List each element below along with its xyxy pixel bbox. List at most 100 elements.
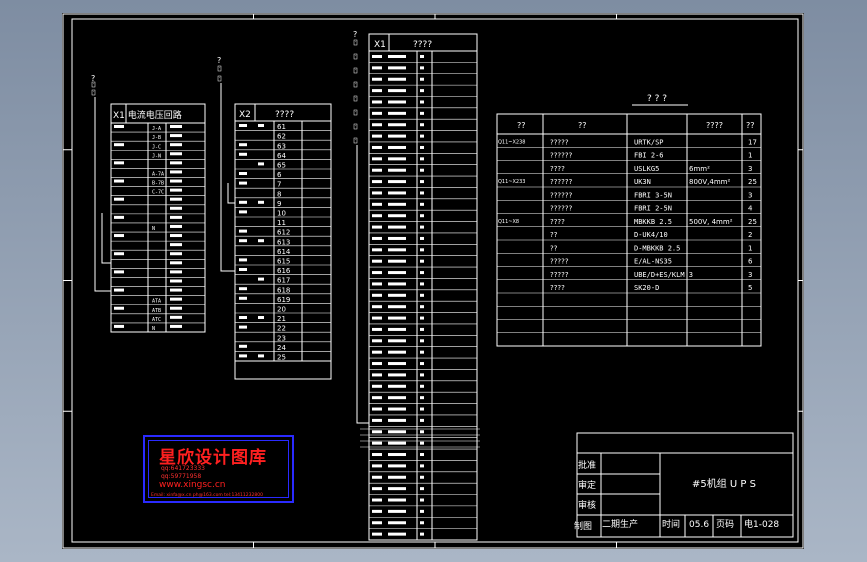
bom-name: ???? [550,165,565,173]
tb-project: #5机组 U P S [692,477,756,490]
bom-tag: Q11~X238 [498,139,525,145]
logo-site: www.xingsc.cn [159,480,226,490]
x1-cell: C-7C [152,190,164,196]
x1-cell: ATB [152,308,161,314]
x2-number: 63 [277,142,286,150]
x2-number: 25 [277,354,286,362]
x3-header-id: X1 [374,40,386,50]
tb-approve: 批准 [578,459,596,471]
drawing-sheet: X1 电流电压回路 J-A J-B J-C J-N A-7A B-7B C-7C N ATA AT… [62,13,804,549]
bom-qty: 1 [748,152,752,160]
x2-number: 22 [277,325,286,333]
bom-qty: 25 [748,178,757,186]
bom-qty: 25 [748,218,757,226]
bom-model: USLKG5 [634,165,659,173]
title-block: 批准 审定 审核 制图 二期生产 时间 05.6 页码 电1-028 #5机组 … [574,432,794,538]
tb-check: 审核 [578,499,596,511]
terminal-block-x3: X1 ???? [368,33,478,541]
x2-number: 618 [277,286,290,294]
x1-cell: J-N [152,153,161,159]
bom-name: ?????? [550,178,573,186]
bom-name: ????? [550,271,569,279]
x2-header-id: X2 [239,110,251,120]
bom-tag: Q11~X233 [498,179,525,185]
bom-name: ?? [550,231,558,239]
x2-number: 62 [277,133,286,141]
x3-frame [368,33,478,541]
x2-number: 20 [277,306,286,314]
bom-model: UBE/D+ES/KLM 3 [634,271,693,279]
bom-name: ?? [550,244,558,252]
x1-cell: J-A [152,126,161,132]
x2-number: 11 [277,219,286,227]
bom-qty: 2 [748,231,752,239]
x2-number: 617 [277,277,290,285]
x1-cell: ATA [152,299,161,305]
x1-cell: N [152,326,155,332]
x1-cell: ATC [152,317,161,323]
bom-qty: 6 [748,258,753,266]
bom-qty: 3 [748,271,752,279]
x1-header: X1 电流电压回路 [113,109,182,121]
bom-tag: Q11~X8 [498,219,519,225]
bom-header: ?? [517,121,526,130]
x2-number: 615 [277,258,290,266]
x2-number: 24 [277,344,286,352]
bom-model: D-MBKKB 2.5 [634,244,680,252]
bom-name: ???? [550,284,565,292]
x1-cell: J-B [152,135,161,141]
x2-number: 65 [277,162,286,170]
x2-number: 9 [277,200,281,208]
bom-name: ?????? [550,191,573,199]
bom-qty: 1 [748,244,752,252]
x2-header-title: ???? [275,110,294,120]
bom-header: ?? [578,121,587,130]
terminal-block-x1: X1 电流电压回路 J-A J-B J-C J-N A-7A B-7B C-7C N ATA AT… [110,103,206,333]
bom-name: ???? [550,218,565,226]
bom-spec: 800V,4mm² [689,178,730,186]
x2-number: 7 [277,181,281,189]
bom-model: E/AL-NS35 [634,258,672,266]
x2-number: 612 [277,229,290,237]
x2-number: 64 [277,152,286,160]
tb-page-label: 页码 [716,519,734,530]
x2-number: 616 [277,267,291,275]
logo-qq1: qq:641723333 [161,465,205,472]
x2-number: 21 [277,315,286,323]
bom-qty: 17 [748,138,757,146]
bom-model: FBRI 2-5N [634,205,672,213]
tb-time-value: 05.6 [689,520,709,530]
x1-cell: J-C [152,144,161,150]
bom-model: FBI 2-6 [634,152,664,160]
bom-spec: 500V, 4mm² [689,218,733,226]
bom-table: ? ? ? ???????? ?? Q11~X238????? URTK/SP 17??… [496,94,762,347]
bom-qty: 3 [748,191,752,199]
logo-mail: Email: xinfa@x.cn ph@163.com tel:1341123… [151,493,263,498]
bom-qty: 3 [748,165,752,173]
bom-title: ? ? ? [647,94,667,104]
bom-name: ????? [550,258,569,266]
bom-spec: 6mm² [689,165,710,173]
x2-number: 613 [277,238,290,246]
bom-qty: 5 [748,284,752,292]
x2-number: 23 [277,334,286,342]
x2-number: 61 [277,123,286,131]
marker-x3: ? [353,30,357,39]
x2-number: 614 [277,248,291,256]
bom-name: ????? [550,138,569,146]
bom-header: ?? [746,121,755,130]
tb-review: 审定 [578,479,596,491]
tb-drawer: 二期生产 [602,518,638,530]
watermark-logo: 星欣设计图库 qq:641723333 qq:59771958 www.xing… [143,435,294,503]
x2-number: 6 [277,171,282,179]
logo-qq2: qq:59771958 [161,473,202,480]
tb-time-label: 时间 [662,518,680,530]
x2-number: 8 [277,190,281,198]
bom-model: UK3N [634,178,651,186]
x1-cell: A-7A [152,172,164,178]
terminal-block-x2: X2 ???? 61626364656789101161261361461561… [234,103,332,380]
x3-header-title: ???? [413,40,432,50]
bom-model: SK20-D [634,284,659,292]
bom-model: FBRI 3-5N [634,191,672,199]
x1-cell: N [152,226,155,232]
